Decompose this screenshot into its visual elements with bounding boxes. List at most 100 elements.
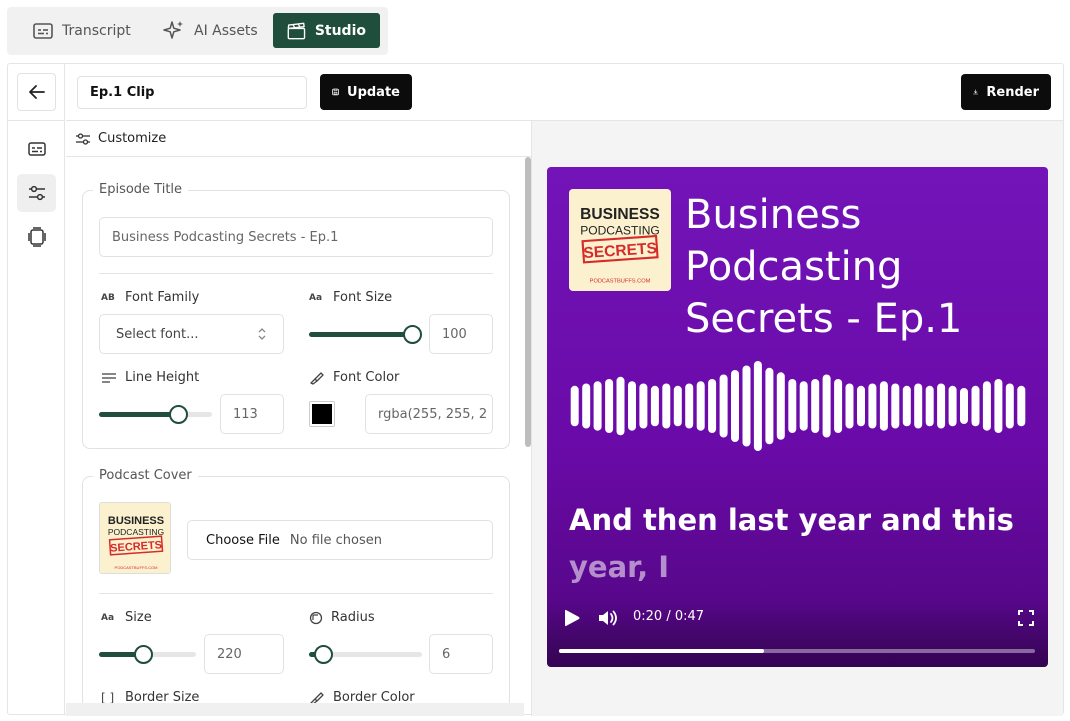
tab-ai-assets[interactable]: AI Assets — [149, 13, 272, 48]
cover-size-value: 220 — [217, 646, 242, 662]
waveform-bar — [948, 385, 957, 427]
waveform-bar — [879, 381, 888, 431]
waveform-bar — [719, 374, 728, 438]
waveform-bar — [616, 376, 625, 436]
waveform-bar — [960, 388, 968, 424]
waveform-bar — [628, 381, 636, 431]
waveform-bar — [914, 383, 923, 429]
cover-thumbnail: BUSINESS PODCASTING SECRETS PODCASTBUFFS… — [99, 502, 171, 574]
customize-header: Customize — [66, 121, 531, 157]
waveform-bar — [708, 379, 717, 433]
font-color-value: rgba(255, 255, 2 — [378, 406, 488, 422]
render-label: Render — [986, 84, 1039, 100]
waveform-bar — [845, 383, 854, 429]
line-height-slider-thumb[interactable] — [169, 405, 189, 424]
cover-size-icon: Aa — [101, 612, 115, 623]
cover-file-input[interactable]: Choose File No file chosen — [187, 520, 493, 560]
rail-top — [8, 64, 65, 121]
font-family-text: Font Family — [125, 290, 200, 305]
cover-radius-slider-thumb[interactable] — [313, 645, 333, 664]
waveform-bar — [1017, 385, 1026, 427]
podcast-cover-legend: Podcast Cover — [93, 468, 198, 483]
waveform-bar — [639, 383, 648, 429]
font-family-placeholder: Select font... — [116, 326, 199, 342]
video-cover-line1: BUSINESS — [580, 206, 660, 223]
video-controls — [547, 599, 1048, 667]
render-button[interactable]: Render — [961, 74, 1051, 110]
tab-transcript-label: Transcript — [62, 22, 131, 39]
tab-studio[interactable]: Studio — [273, 13, 380, 48]
waveform-bar — [765, 367, 774, 445]
cover-size-text: Size — [125, 610, 152, 625]
video-preview[interactable]: BUSINESS PODCASTING SECRETS PODCASTBUFFS… — [547, 167, 1048, 667]
video-progress-filled — [559, 649, 764, 653]
line-height-label: Line Height — [101, 370, 199, 385]
clip-name-input[interactable] — [77, 76, 307, 109]
font-size-label: Aa Font Size — [309, 290, 392, 305]
video-progress-bar[interactable] — [559, 649, 1035, 653]
waveform-bar — [582, 383, 591, 429]
cover-radius-input[interactable]: 6 — [429, 634, 493, 674]
episode-title-input[interactable]: Business Podcasting Secrets - Ep.1 — [99, 217, 493, 257]
rail-layers-button[interactable] — [17, 218, 56, 256]
waveform-bar — [902, 385, 911, 427]
tab-studio-label: Studio — [314, 22, 366, 39]
play-icon[interactable] — [563, 608, 581, 628]
waveform-bar — [937, 383, 946, 429]
font-color-input[interactable]: rgba(255, 255, 2 — [365, 394, 493, 434]
cover-size-label: Aa Size — [101, 610, 152, 625]
video-cover-art: BUSINESS PODCASTING SECRETS PODCASTBUFFS… — [569, 189, 671, 291]
customize-panel: Customize Episode Title Business Podcast… — [66, 121, 532, 716]
editor-header: Update Render — [66, 64, 1063, 121]
cover-size-slider[interactable] — [99, 644, 196, 664]
font-family-select[interactable]: Select font... — [99, 314, 284, 354]
video-episode-title: Business Podcasting Secrets - Ep.1 — [685, 192, 963, 342]
waveform-bar — [742, 365, 751, 447]
waveform-bar — [685, 383, 694, 429]
font-size-slider[interactable] — [309, 324, 422, 344]
volume-icon[interactable] — [597, 608, 619, 628]
choose-file-button[interactable]: Choose File — [206, 533, 280, 548]
line-height-slider[interactable] — [99, 404, 212, 424]
waveform-bar — [1005, 383, 1014, 429]
line-height-input[interactable]: 113 — [220, 394, 284, 434]
cover-radius-slider[interactable] — [309, 644, 422, 664]
line-height-value: 113 — [233, 406, 258, 422]
podcast-cover-card: Podcast Cover BUSINESS PODCASTING SECRET… — [82, 468, 510, 716]
transcript-icon — [33, 22, 53, 39]
font-size-input[interactable]: 100 — [429, 314, 493, 354]
episode-title-legend: Episode Title — [93, 182, 189, 197]
cover-radius-label: Radius — [309, 610, 375, 625]
waveform-bar — [982, 381, 991, 431]
font-size-text: Font Size — [333, 290, 393, 305]
waveform-bar — [776, 372, 785, 440]
back-button[interactable] — [17, 73, 56, 111]
waveform-bar — [673, 385, 682, 427]
cover-size-slider-thumb[interactable] — [133, 645, 153, 664]
cover-radius-value: 6 — [442, 646, 451, 662]
panel-scrollbar[interactable] — [525, 157, 531, 447]
view-tab-bar: Transcript AI Assets Studio — [7, 7, 388, 55]
radius-icon — [309, 611, 323, 624]
video-caption: And then last year and this year, I — [569, 497, 1029, 591]
cover-size-input[interactable]: 220 — [204, 634, 284, 674]
font-family-icon: AB — [101, 292, 115, 303]
rail-customize-button[interactable] — [17, 174, 56, 212]
layers-icon — [27, 227, 46, 247]
waveform-bar — [696, 381, 705, 431]
font-color-swatch[interactable] — [309, 401, 335, 427]
panel-bottom-bar — [66, 703, 524, 716]
waveform-bar — [650, 385, 659, 427]
waveform-bar — [925, 385, 934, 427]
tab-transcript[interactable]: Transcript — [19, 13, 145, 48]
font-size-slider-thumb[interactable] — [403, 325, 422, 344]
chevron-up-down-icon — [258, 328, 266, 340]
waveform-bar — [868, 383, 877, 429]
waveform-bar — [593, 381, 602, 431]
rail-captions-button[interactable] — [17, 130, 56, 168]
video-time: 0:20 / 0:47 — [633, 609, 705, 624]
update-button[interactable]: Update — [320, 74, 412, 110]
paint-brush-icon — [310, 371, 324, 385]
fullscreen-icon[interactable] — [1018, 610, 1034, 626]
waveform-bar — [822, 374, 831, 438]
